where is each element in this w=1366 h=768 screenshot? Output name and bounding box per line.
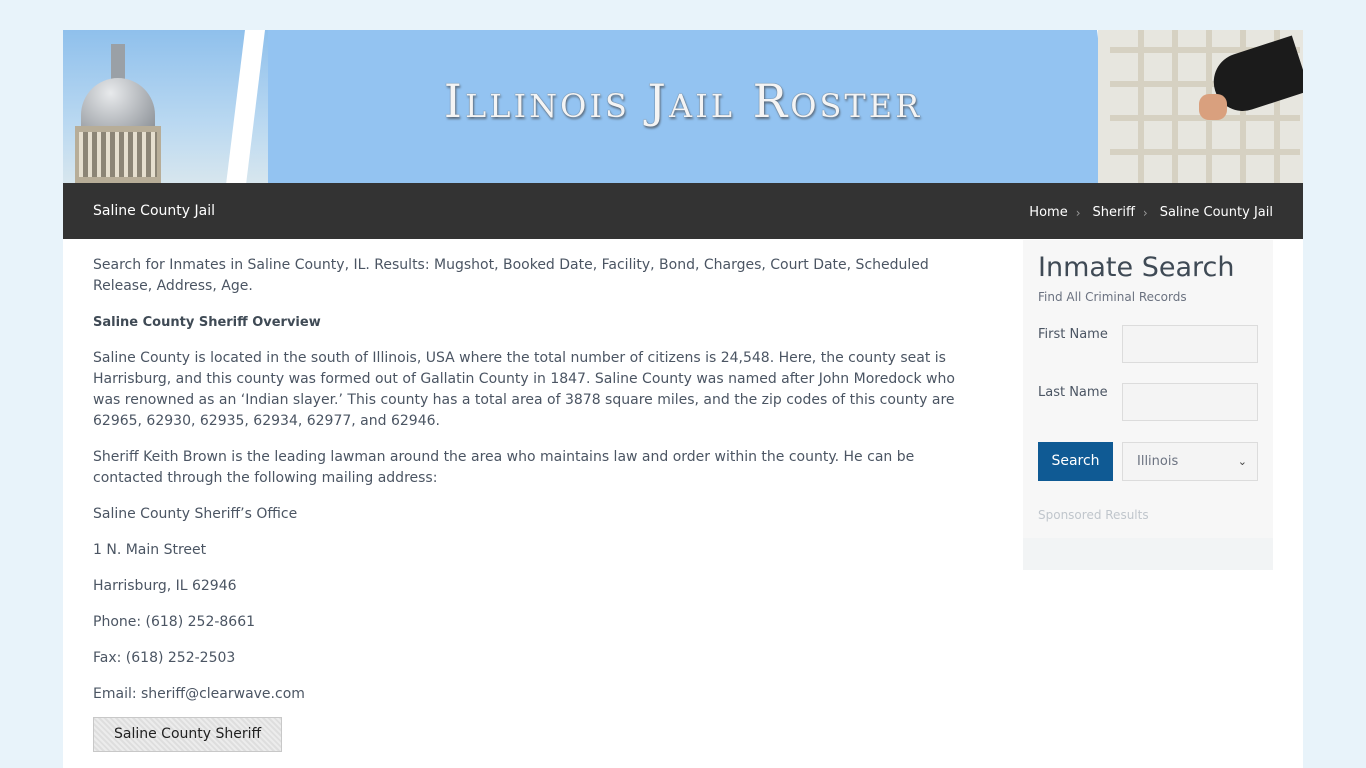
page-container: Illinois Jail Roster Saline County Jail … (63, 30, 1303, 768)
chevron-down-icon: ⌄ (1237, 455, 1247, 468)
breadcrumb: Home › Sheriff › Saline County Jail (1029, 205, 1273, 220)
search-button[interactable]: Search (1038, 442, 1113, 481)
office-street: 1 N. Main Street (93, 542, 207, 558)
office-email: Email: sheriff@clearwave.com (93, 686, 305, 702)
office-phone: Phone: (618) 252-8661 (93, 614, 256, 630)
main-content: Search for Inmates in Saline County, IL.… (93, 255, 973, 752)
page-title: Saline County Jail (93, 203, 215, 219)
inmate-search-subheading: Find All Criminal Records (1038, 290, 1187, 304)
office-fax: Fax: (618) 252-2503 (93, 650, 236, 666)
sponsored-results-label: Sponsored Results (1038, 508, 1149, 522)
jail-door-image (1098, 30, 1303, 183)
title-bar: Saline County Jail Home › Sheriff › Sali… (63, 183, 1303, 239)
state-select-value: Illinois (1137, 454, 1179, 469)
office-name: Saline County Sheriff’s Office (93, 506, 298, 522)
overview-heading: Saline County Sheriff Overview (93, 315, 321, 330)
sponsored-results-box (1023, 538, 1273, 570)
last-name-label: Last Name (1038, 385, 1108, 400)
chevron-right-icon: › (1142, 205, 1148, 220)
state-select[interactable]: Illinois ⌄ (1122, 442, 1258, 481)
office-city: Harrisburg, IL 62946 (93, 578, 237, 594)
sheriff-description: Sheriff Keith Brown is the leading lawma… (93, 449, 915, 486)
breadcrumb-sheriff[interactable]: Sheriff (1093, 205, 1135, 220)
intro-text: Search for Inmates in Saline County, IL.… (93, 257, 929, 294)
last-name-input[interactable] (1122, 383, 1258, 421)
breadcrumb-current[interactable]: Saline County Jail (1160, 205, 1273, 220)
first-name-label: First Name (1038, 327, 1108, 342)
inmate-search-panel: Inmate Search Find All Criminal Records … (1023, 240, 1273, 570)
chevron-right-icon: › (1075, 205, 1081, 220)
first-name-input[interactable] (1122, 325, 1258, 363)
inmate-search-heading: Inmate Search (1038, 252, 1235, 283)
site-banner: Illinois Jail Roster (63, 30, 1303, 183)
sheriff-link-button[interactable]: Saline County Sheriff (93, 717, 283, 752)
county-description: Saline County is located in the south of… (93, 350, 955, 429)
breadcrumb-home[interactable]: Home (1029, 205, 1067, 220)
